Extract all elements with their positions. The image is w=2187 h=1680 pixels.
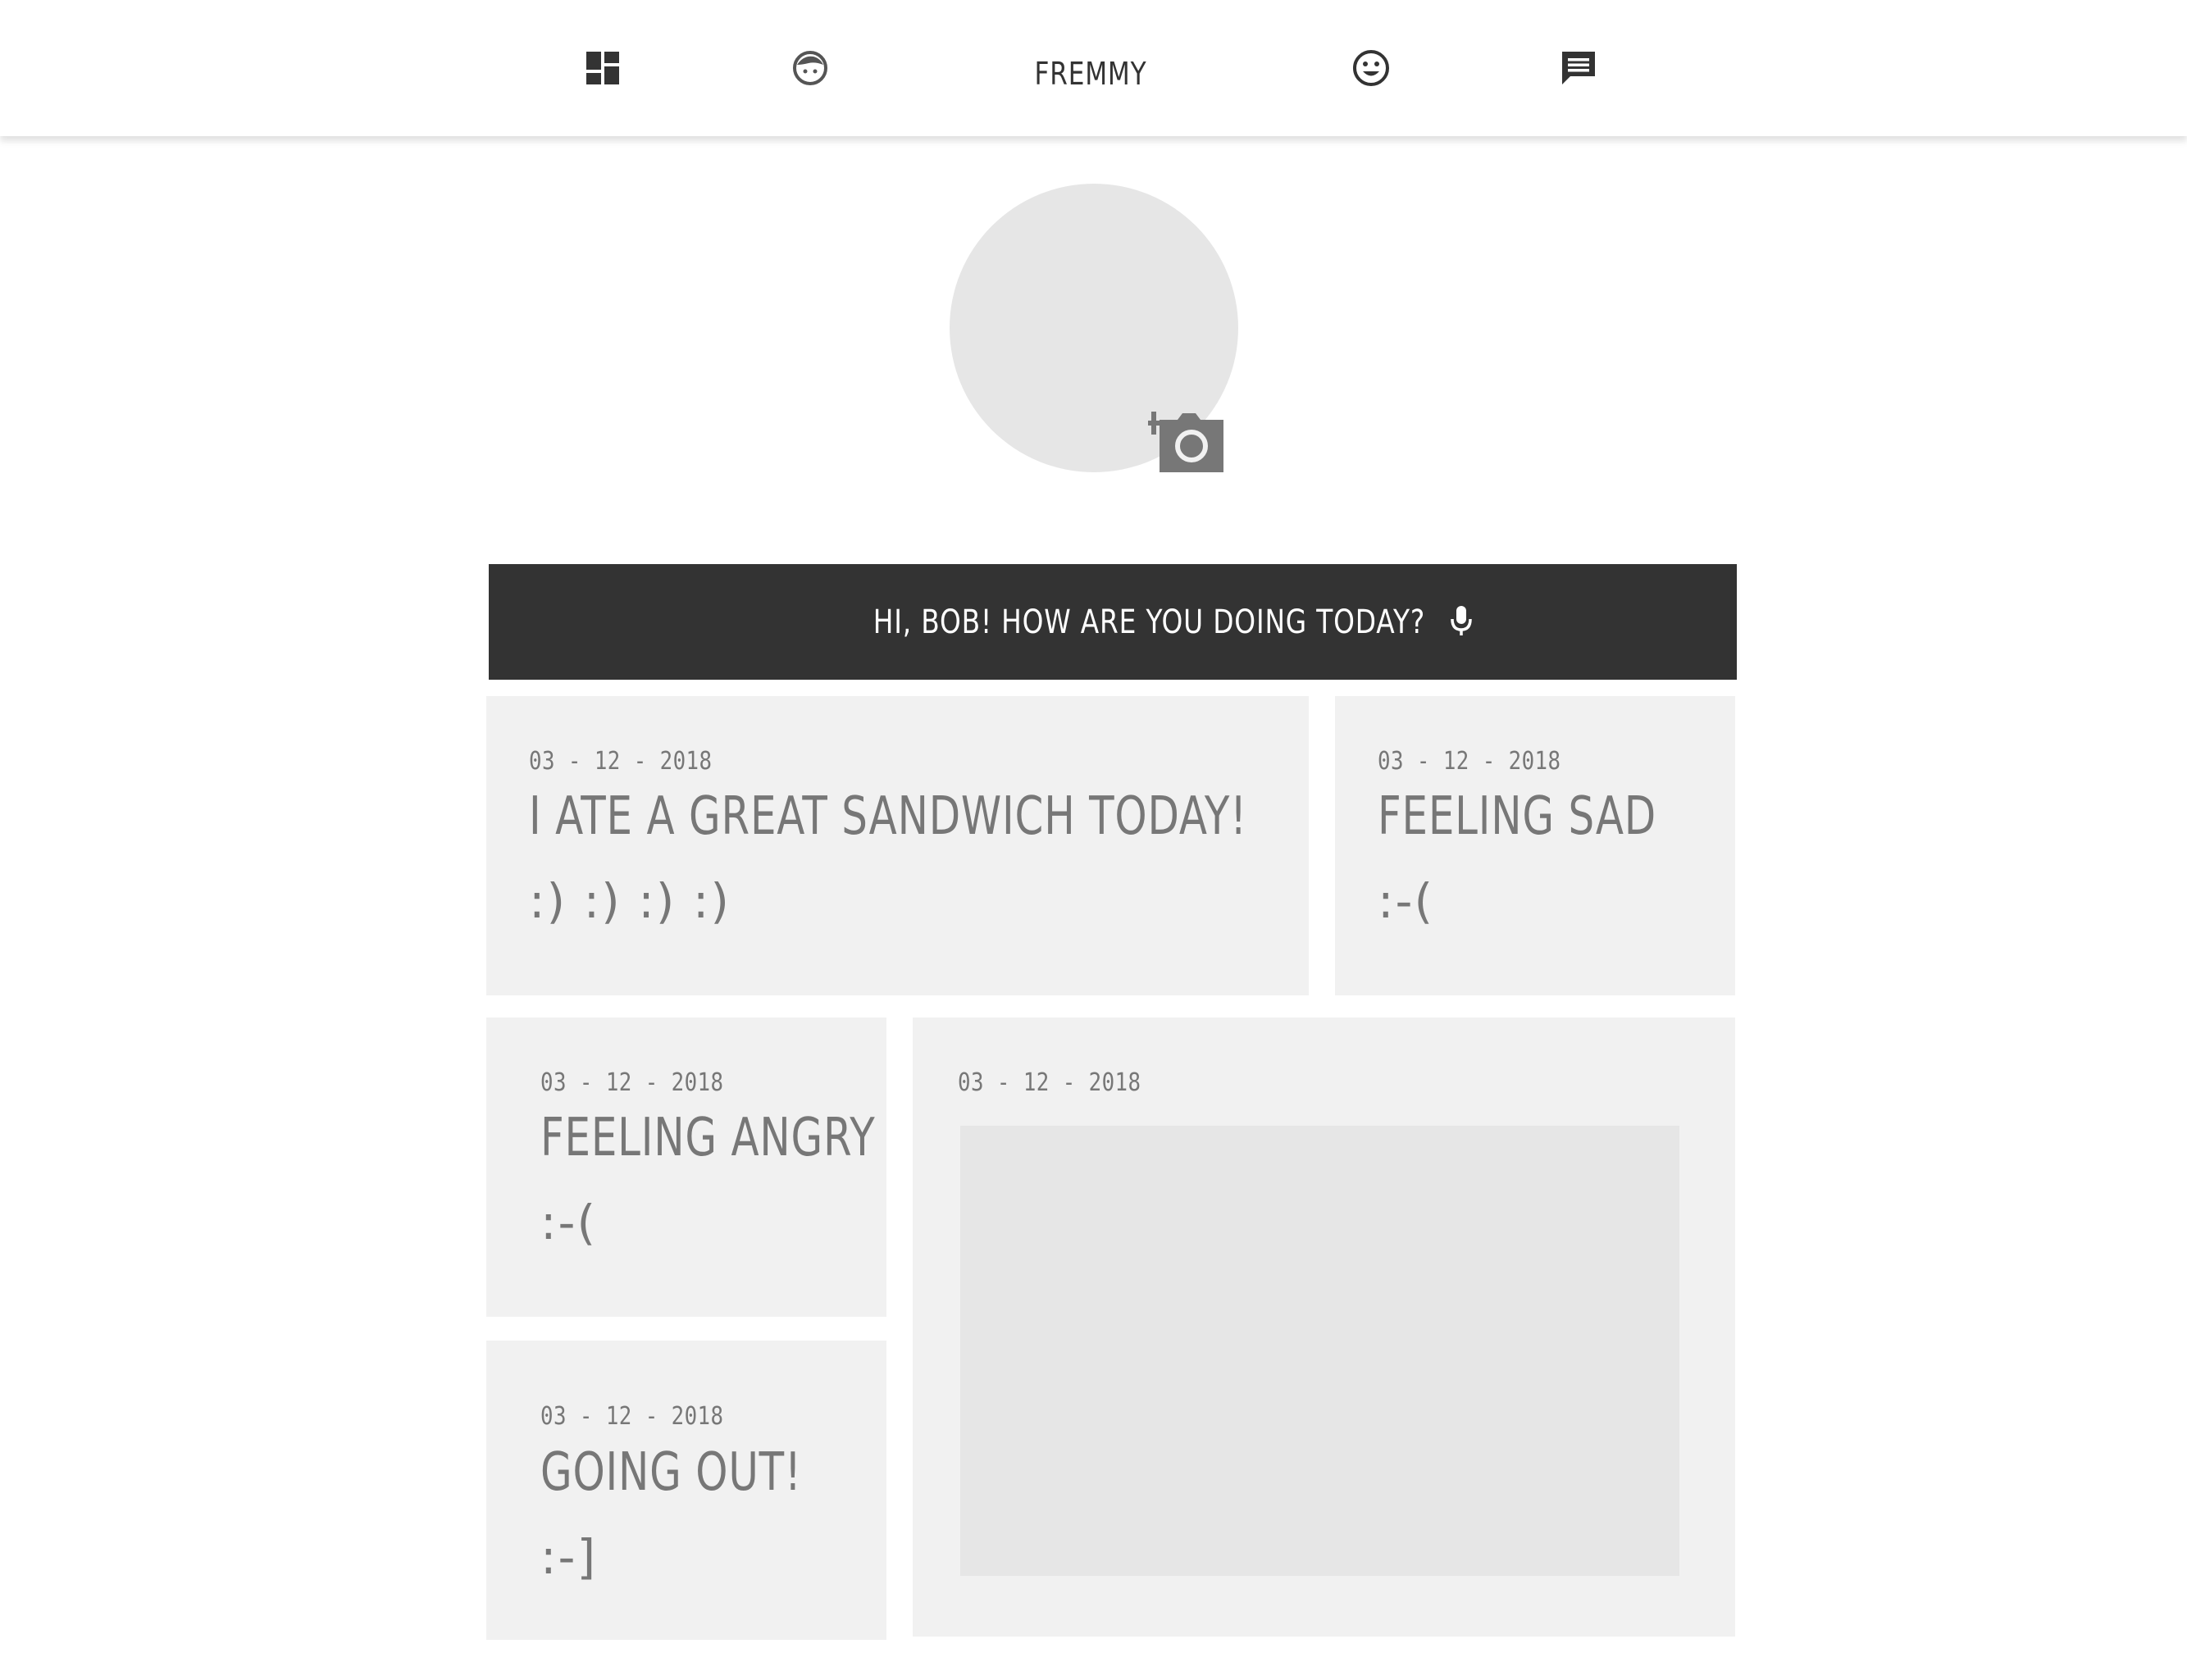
face-icon (792, 50, 828, 86)
nav-dashboard-button[interactable] (574, 0, 631, 136)
top-navigation-bar: FREMMY (0, 0, 2187, 136)
entry-emoticon: :-( (540, 1195, 598, 1250)
entry-date: 03 - 12 - 2018 (540, 1068, 724, 1097)
add-photo-button[interactable] (1143, 402, 1230, 479)
brand-logo[interactable]: FREMMY (990, 0, 1191, 148)
journal-entry-card[interactable]: 03 - 12 - 2018 FEELING SAD :-( (1335, 696, 1735, 995)
entry-photo[interactable] (960, 1126, 1679, 1576)
entry-title: FEELING SAD (1378, 786, 1657, 847)
journal-entry-card[interactable]: 03 - 12 - 2018 FEELING ANGRY :-( (486, 1018, 886, 1317)
entry-date: 03 - 12 - 2018 (958, 1068, 1141, 1097)
entry-title: I ATE A GREAT SANDWICH TODAY! (529, 786, 1247, 847)
entry-date: 03 - 12 - 2018 (529, 747, 713, 776)
dashboard-icon (586, 52, 619, 84)
smiley-icon (1352, 49, 1390, 87)
chat-bubble-icon (1561, 50, 1597, 86)
entry-date: 03 - 12 - 2018 (1378, 747, 1561, 776)
nav-face-button[interactable] (781, 0, 839, 136)
journal-entry-card[interactable]: 03 - 12 - 2018 I ATE A GREAT SANDWICH TO… (486, 696, 1309, 995)
entry-date: 03 - 12 - 2018 (540, 1402, 724, 1431)
entry-emoticon: :) :) :) :) (529, 873, 731, 929)
nav-messages-button[interactable] (1550, 0, 1607, 136)
entry-emoticon: :-( (1378, 873, 1435, 929)
greeting-text: HI, BOB! HOW ARE YOU DOING TODAY? (873, 603, 1426, 641)
entry-title: GOING OUT! (540, 1442, 802, 1503)
entry-emoticon: :-] (540, 1529, 598, 1585)
journal-entry-card[interactable]: 03 - 12 - 2018 GOING OUT! :-] (486, 1341, 886, 1640)
entry-title: FEELING ANGRY (540, 1108, 876, 1168)
nav-mood-button[interactable] (1342, 0, 1400, 136)
greeting-prompt-bar[interactable]: HI, BOB! HOW ARE YOU DOING TODAY? (489, 564, 1737, 680)
microphone-icon[interactable] (1449, 604, 1474, 640)
add-photo-icon (1143, 412, 1230, 479)
journal-photo-card[interactable]: 03 - 12 - 2018 (913, 1018, 1735, 1637)
